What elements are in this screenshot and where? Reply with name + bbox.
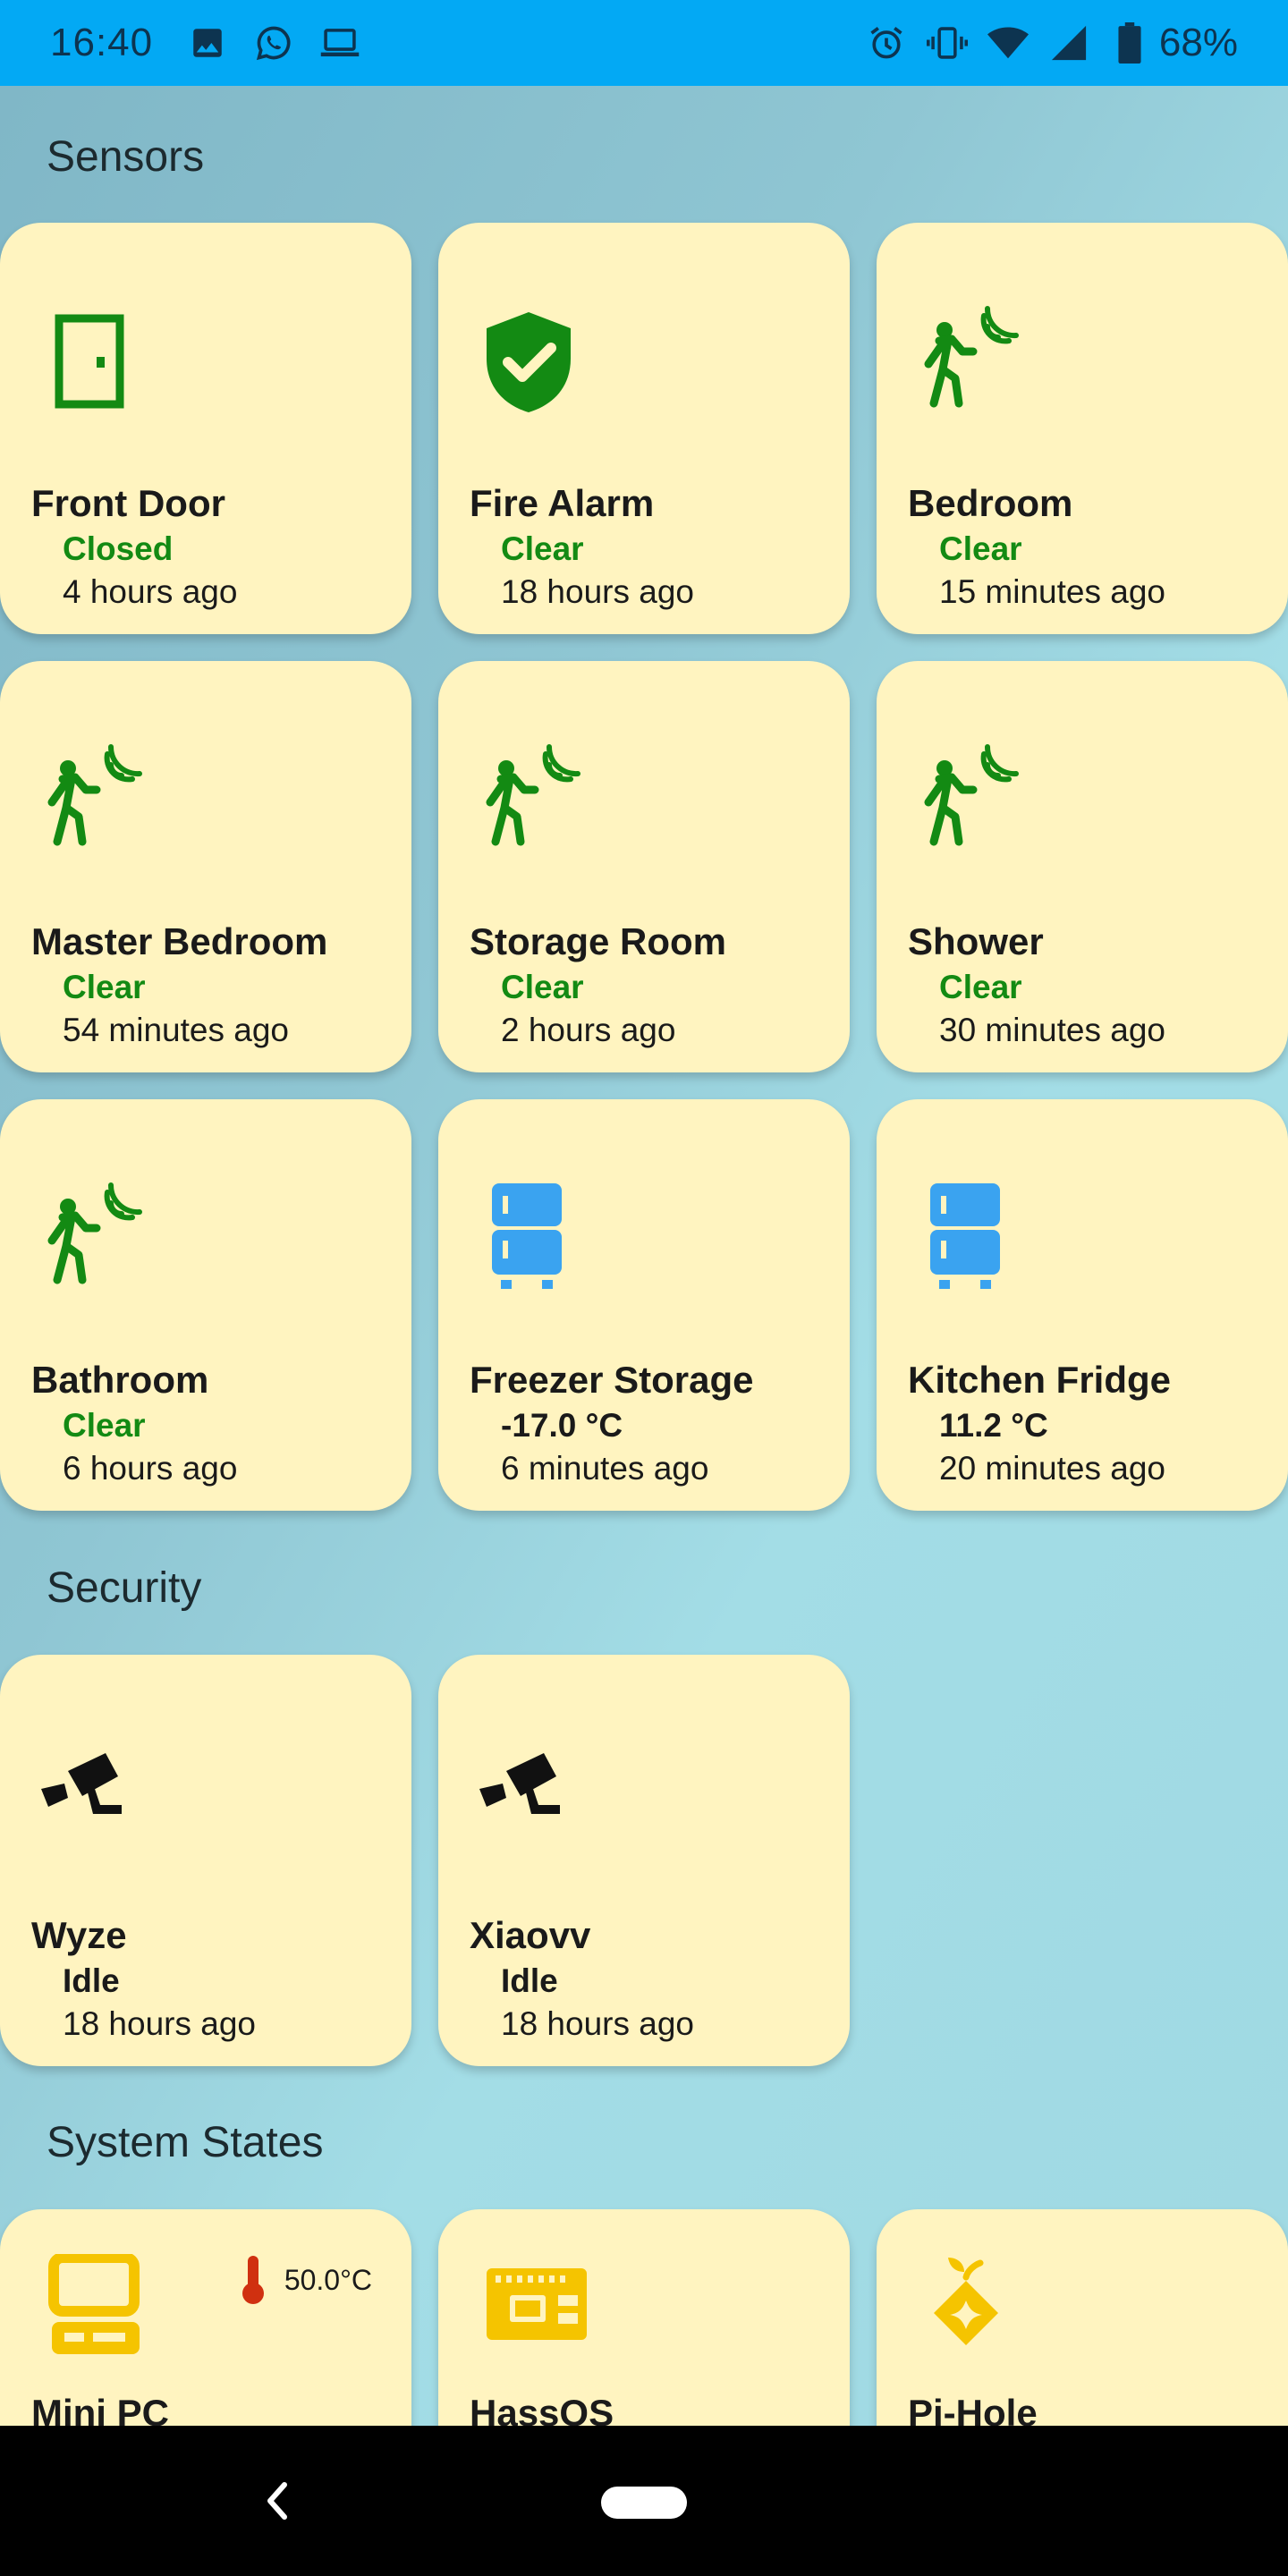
- cctv-icon: [470, 1735, 587, 1852]
- fridge-icon: [470, 1180, 587, 1296]
- card-bathroom[interactable]: Bathroom Clear 6 hours ago: [0, 1099, 411, 1511]
- card-state: Clear: [501, 530, 584, 567]
- battery-percent: 68%: [1158, 21, 1238, 64]
- card-time: 18 hours ago: [501, 2005, 695, 2042]
- motion-sensor-icon: [470, 741, 587, 858]
- status-time: 16:40: [50, 21, 154, 64]
- card-name: Bedroom: [908, 482, 1073, 524]
- back-chevron-icon[interactable]: [259, 2479, 295, 2522]
- fridge-icon: [909, 1180, 1025, 1296]
- card-time: 54 minutes ago: [63, 1012, 290, 1048]
- home-pill-icon[interactable]: [601, 2487, 687, 2519]
- card-name: Bathroom: [31, 1359, 209, 1401]
- vibrate-icon: [926, 22, 968, 64]
- card-name: Kitchen Fridge: [908, 1359, 1172, 1401]
- card-front-door[interactable]: Front Door Closed 4 hours ago: [0, 223, 411, 634]
- card-state: Idle: [63, 1962, 120, 1999]
- card-state: -17.0 °C: [501, 1407, 623, 1444]
- navigation-bar: [0, 2426, 1288, 2576]
- card-bedroom[interactable]: Bedroom Clear 15 minutes ago: [877, 223, 1288, 634]
- card-xiaovv[interactable]: Xiaovv Idle 18 hours ago: [438, 1655, 850, 2066]
- desktop-pc-icon: [45, 2252, 161, 2370]
- card-wyze[interactable]: Wyze Idle 18 hours ago: [0, 1655, 411, 2066]
- motion-sensor-icon: [32, 741, 148, 858]
- section-title-sensors: Sensors: [47, 133, 205, 181]
- card-time: 20 minutes ago: [939, 1450, 1166, 1487]
- battery-icon: [1109, 22, 1150, 64]
- card-time: 15 minutes ago: [939, 573, 1166, 610]
- cctv-icon: [32, 1735, 148, 1852]
- card-state: 11.2 °C: [939, 1407, 1048, 1444]
- card-name: Freezer Storage: [470, 1359, 754, 1401]
- door-icon: [32, 303, 148, 419]
- card-state: Clear: [939, 969, 1022, 1005]
- image-icon: [187, 22, 228, 64]
- alarm-icon: [866, 22, 907, 64]
- status-icons-right: 68%: [866, 21, 1238, 65]
- card-name: Storage Room: [470, 920, 727, 962]
- card-name: Shower: [908, 920, 1044, 962]
- card-state: Clear: [63, 1407, 146, 1444]
- card-name: Wyze: [31, 1914, 127, 1956]
- pi-hole-icon: [912, 2250, 1029, 2367]
- card-freezer-storage[interactable]: Freezer Storage -17.0 °C 6 minutes ago: [438, 1099, 850, 1511]
- temperature-badge: 50.0°C: [240, 2254, 372, 2306]
- wifi-icon: [987, 22, 1029, 64]
- section-title-system-states: System States: [47, 2119, 324, 2166]
- card-fire-alarm[interactable]: Fire Alarm Clear 18 hours ago: [438, 223, 850, 634]
- card-name: Xiaovv: [470, 1914, 591, 1956]
- card-time: 6 hours ago: [63, 1450, 238, 1487]
- card-state: Closed: [63, 530, 174, 567]
- card-shower[interactable]: Shower Clear 30 minutes ago: [877, 661, 1288, 1072]
- card-name: Master Bedroom: [31, 920, 328, 962]
- whatsapp-icon: [253, 22, 294, 64]
- card-kitchen-fridge[interactable]: Kitchen Fridge 11.2 °C 20 minutes ago: [877, 1099, 1288, 1511]
- card-time: 4 hours ago: [63, 573, 238, 610]
- card-state: Clear: [501, 969, 584, 1005]
- section-title-security: Security: [47, 1564, 202, 1612]
- card-state: Idle: [501, 1962, 558, 1999]
- card-master-bedroom[interactable]: Master Bedroom Clear 54 minutes ago: [0, 661, 411, 1072]
- card-storage-room[interactable]: Storage Room Clear 2 hours ago: [438, 661, 850, 1072]
- laptop-icon: [319, 22, 360, 64]
- card-time: 6 minutes ago: [501, 1450, 709, 1487]
- card-time: 2 hours ago: [501, 1012, 676, 1048]
- thermometer-icon: [242, 2256, 264, 2304]
- card-time: 18 hours ago: [501, 573, 695, 610]
- raspberry-board-icon: [483, 2263, 599, 2379]
- card-state: Clear: [939, 530, 1022, 567]
- motion-sensor-icon: [32, 1180, 148, 1296]
- card-name: Front Door: [31, 482, 225, 524]
- shield-check-icon: [470, 303, 587, 419]
- temperature-value: 50.0°C: [284, 2263, 372, 2296]
- card-name: Fire Alarm: [470, 482, 655, 524]
- card-time: 18 hours ago: [63, 2005, 257, 2042]
- card-state: Clear: [63, 969, 146, 1005]
- status-bar: 16:40 68%: [0, 0, 1288, 86]
- motion-sensor-icon: [909, 303, 1025, 419]
- motion-sensor-icon: [909, 741, 1025, 858]
- signal-icon: [1048, 22, 1089, 64]
- dashboard-screen: 16:40 68% Sensors Front Door Closed 4 ho…: [0, 0, 1288, 2576]
- card-time: 30 minutes ago: [939, 1012, 1166, 1048]
